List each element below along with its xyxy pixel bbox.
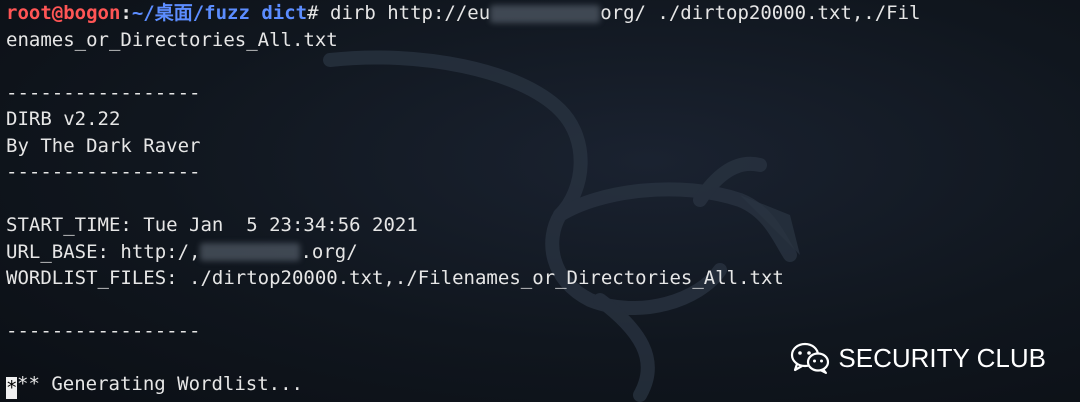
separator-line: ----------------- — [6, 81, 201, 104]
prompt-user: root@bogon — [6, 2, 121, 24]
command-line: root@bogon:~/桌面/fuzz dict# dirb http://e… — [6, 0, 1074, 27]
version-line: DIRB v2.22 — [6, 108, 121, 130]
watermark: SECURITY CLUB — [790, 342, 1046, 374]
generating-line: *** Generating Wordlist... — [6, 371, 1074, 399]
terminal-window[interactable]: root@bogon:~/桌面/fuzz dict# dirb http://e… — [0, 0, 1080, 402]
command-wrap-line: enames_or_Directories_All.txt — [6, 28, 338, 51]
watermark-text: SECURITY CLUB — [838, 342, 1046, 373]
terminal-output: root@bogon:~/桌面/fuzz dict# dirb http://e… — [6, 0, 1074, 399]
prompt-path: ~/桌面/fuzz dict — [131, 2, 308, 24]
redacted-domain — [490, 4, 601, 23]
command-text-part2: org/ ./dirtop20000.txt,./Fil — [600, 2, 921, 24]
url-base-part1: URL_BASE: http:/, — [6, 240, 201, 263]
author-line: By The Dark Raver — [6, 134, 201, 157]
separator-line: ----------------- — [6, 161, 201, 183]
command-text-part1: dirb http://eu — [330, 2, 491, 24]
redacted-url — [200, 243, 301, 261]
prompt-symbol: # — [307, 2, 319, 24]
wordlist-files-line: WORDLIST_FILES: ./dirtop20000.txt,./File… — [6, 267, 784, 289]
separator-line: ----------------- — [6, 320, 201, 342]
start-time-line: START_TIME: Tue Jan 5 23:34:56 2021 — [6, 214, 418, 236]
prompt-separator: : — [120, 2, 132, 24]
url-base-part2: .org/ — [300, 240, 358, 263]
terminal-cursor: * — [6, 377, 18, 399]
wechat-icon — [791, 342, 830, 374]
url-base-line: URL_BASE: http:/, .org/ — [6, 239, 1074, 266]
generating-text: ** Generating Wordlist... — [17, 373, 303, 395]
